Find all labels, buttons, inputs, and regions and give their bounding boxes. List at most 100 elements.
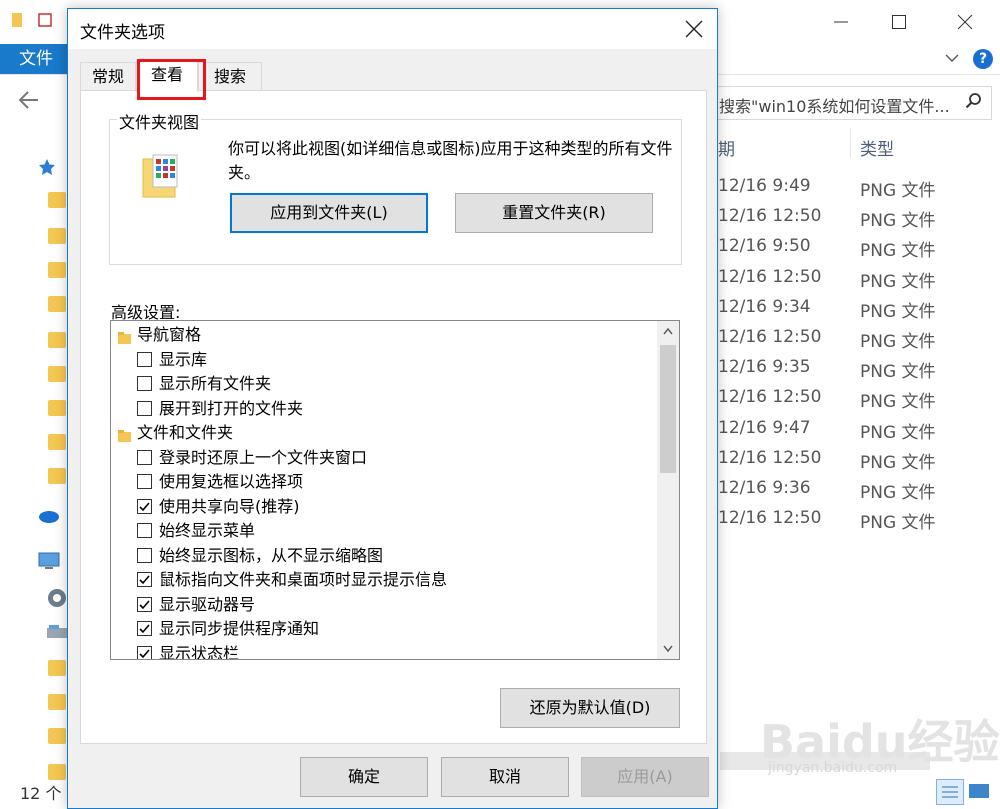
details-view-icon[interactable] — [936, 779, 964, 805]
drive-icon[interactable] — [46, 624, 68, 644]
settings-group-header: 导航窗格 — [111, 323, 657, 347]
checkbox[interactable] — [137, 645, 152, 659]
onedrive-icon[interactable] — [36, 508, 60, 528]
file-row-date[interactable]: 12/16 9:49 — [718, 176, 811, 196]
setting-checkbox-row[interactable]: 显示驱动器号 — [111, 593, 657, 617]
setting-checkbox-row[interactable]: 显示所有文件夹 — [111, 372, 657, 396]
checkbox[interactable] — [137, 498, 152, 514]
nav-folder-icon[interactable] — [48, 468, 66, 484]
search-icon[interactable] — [965, 92, 983, 114]
file-row-date[interactable]: 12/16 12:50 — [718, 327, 821, 347]
nav-folder-icon[interactable] — [48, 192, 66, 208]
setting-label: 始终显示图标，从不显示缩略图 — [159, 545, 384, 565]
tab-search[interactable]: 搜索 — [198, 62, 262, 90]
setting-label: 显示驱动器号 — [159, 594, 256, 614]
file-row-type[interactable]: PNG 文件 — [860, 176, 936, 201]
file-row-date[interactable]: 12/16 9:35 — [718, 357, 811, 377]
nav-folder-icon[interactable] — [48, 660, 66, 676]
setting-label: 始终显示菜单 — [159, 521, 256, 540]
setting-checkbox-row[interactable]: 使用复选框以选择项 — [111, 470, 657, 494]
setting-checkbox-row[interactable]: 显示同步提供程序通知 — [111, 617, 657, 641]
back-arrow-icon[interactable] — [18, 90, 40, 116]
baidu-watermark-url: jingyan.baidu.com — [768, 760, 898, 776]
nav-folder-icon[interactable] — [48, 764, 66, 780]
setting-checkbox-row[interactable]: 始终显示菜单 — [111, 519, 657, 543]
setting-checkbox-row[interactable]: 始终显示图标，从不显示缩略图 — [111, 544, 657, 568]
advanced-settings-list[interactable]: 导航窗格 显示库 显示所有文件夹 展开到打开的文件夹 文件和文件夹 登录时还原上一个文件夹… — [110, 320, 680, 660]
scroll-up-icon[interactable] — [657, 321, 679, 341]
tab-general[interactable]: 常规 — [80, 62, 136, 90]
minimize-icon[interactable] — [826, 8, 856, 36]
maximize-icon[interactable] — [884, 8, 914, 36]
restore-defaults-button[interactable]: 还原为默认值(D) — [500, 688, 680, 728]
setting-checkbox-row[interactable]: 登录时还原上一个文件夹窗口 — [111, 446, 657, 470]
file-row-type[interactable]: PNG 文件 — [860, 478, 936, 503]
setting-checkbox-row[interactable]: 显示状态栏 — [111, 642, 657, 659]
file-row-date[interactable]: 12/16 12:50 — [718, 508, 821, 528]
file-row-date[interactable]: 12/16 12:50 — [718, 206, 821, 226]
nav-folder-icon[interactable] — [48, 228, 66, 244]
file-row-type[interactable]: PNG 文件 — [860, 297, 936, 322]
file-row-date[interactable]: 12/16 9:47 — [718, 418, 811, 438]
file-row-date[interactable]: 12/16 9:34 — [718, 297, 811, 317]
ribbon-file-tab[interactable]: 文件 — [0, 44, 72, 74]
scroll-down-icon[interactable] — [657, 639, 679, 659]
nav-folder-icon[interactable] — [48, 728, 66, 744]
file-row-type[interactable]: PNG 文件 — [860, 387, 936, 412]
large-icons-view-icon[interactable] — [966, 779, 992, 803]
file-row-date[interactable]: 12/16 9:36 — [718, 478, 811, 498]
file-row-type[interactable]: PNG 文件 — [860, 418, 936, 443]
file-row-type[interactable]: PNG 文件 — [860, 357, 936, 382]
checkbox[interactable] — [137, 523, 152, 538]
file-row-type[interactable]: PNG 文件 — [860, 448, 936, 473]
properties-icon[interactable] — [36, 10, 56, 30]
file-row-type[interactable]: PNG 文件 — [860, 327, 936, 352]
vertical-scrollbar[interactable] — [657, 321, 679, 659]
scrollbar-thumb[interactable] — [660, 345, 676, 473]
nav-folder-icon[interactable] — [48, 400, 66, 416]
ok-button[interactable]: 确定 — [300, 757, 428, 797]
apply-button[interactable]: 应用(A) — [581, 757, 709, 797]
checkbox[interactable] — [137, 621, 152, 636]
file-row-type[interactable]: PNG 文件 — [860, 267, 936, 292]
nav-folder-icon[interactable] — [48, 366, 66, 382]
nav-folder-icon[interactable] — [48, 332, 66, 348]
file-row-type[interactable]: PNG 文件 — [860, 508, 936, 533]
file-row-date[interactable]: 12/16 12:50 — [718, 387, 821, 407]
setting-checkbox-row[interactable]: 展开到打开的文件夹 — [111, 397, 657, 421]
checkbox[interactable] — [137, 376, 152, 391]
column-header-date[interactable]: 期 — [718, 135, 735, 160]
close-icon[interactable] — [950, 8, 980, 36]
setting-checkbox-row[interactable]: 鼠标指向文件夹和桌面项时显示提示信息 — [111, 568, 657, 592]
setting-checkbox-row[interactable]: 显示库 — [111, 348, 657, 372]
file-row-type[interactable]: PNG 文件 — [860, 206, 936, 231]
file-row-type[interactable]: PNG 文件 — [860, 236, 936, 261]
checkbox[interactable] — [137, 474, 152, 489]
chevron-down-icon[interactable] — [944, 50, 960, 70]
file-row-date[interactable]: 12/16 12:50 — [718, 267, 821, 287]
network-icon[interactable] — [46, 587, 68, 613]
nav-folder-icon[interactable] — [48, 694, 66, 710]
reset-folders-button[interactable]: 重置文件夹(R) — [455, 193, 653, 233]
checkbox[interactable] — [137, 449, 152, 465]
search-box[interactable]: 搜索"win10系统如何设置文件... — [700, 86, 992, 120]
nav-folder-icon[interactable] — [48, 434, 66, 450]
nav-folder-icon[interactable] — [48, 296, 66, 312]
this-pc-icon[interactable] — [38, 552, 60, 574]
setting-checkbox-row[interactable]: 使用共享向导(推荐) — [111, 495, 657, 519]
nav-folder-icon[interactable] — [48, 262, 66, 278]
file-row-date[interactable]: 12/16 12:50 — [718, 448, 821, 468]
search-text: 搜索"win10系统如何设置文件... — [719, 97, 950, 116]
checkbox[interactable] — [137, 547, 152, 563]
checkbox[interactable] — [137, 596, 152, 612]
close-icon[interactable] — [674, 13, 714, 45]
column-header-type[interactable]: 类型 — [860, 135, 894, 160]
file-row-date[interactable]: 12/16 9:50 — [718, 236, 811, 256]
nav-quick-access-star-icon[interactable] — [38, 158, 56, 180]
apply-to-folders-button[interactable]: 应用到文件夹(L) — [230, 193, 428, 233]
checkbox[interactable] — [137, 351, 152, 367]
checkbox[interactable] — [137, 400, 152, 416]
cancel-button[interactable]: 取消 — [441, 757, 569, 797]
checkbox[interactable] — [137, 572, 152, 587]
help-icon[interactable]: ? — [973, 49, 993, 69]
